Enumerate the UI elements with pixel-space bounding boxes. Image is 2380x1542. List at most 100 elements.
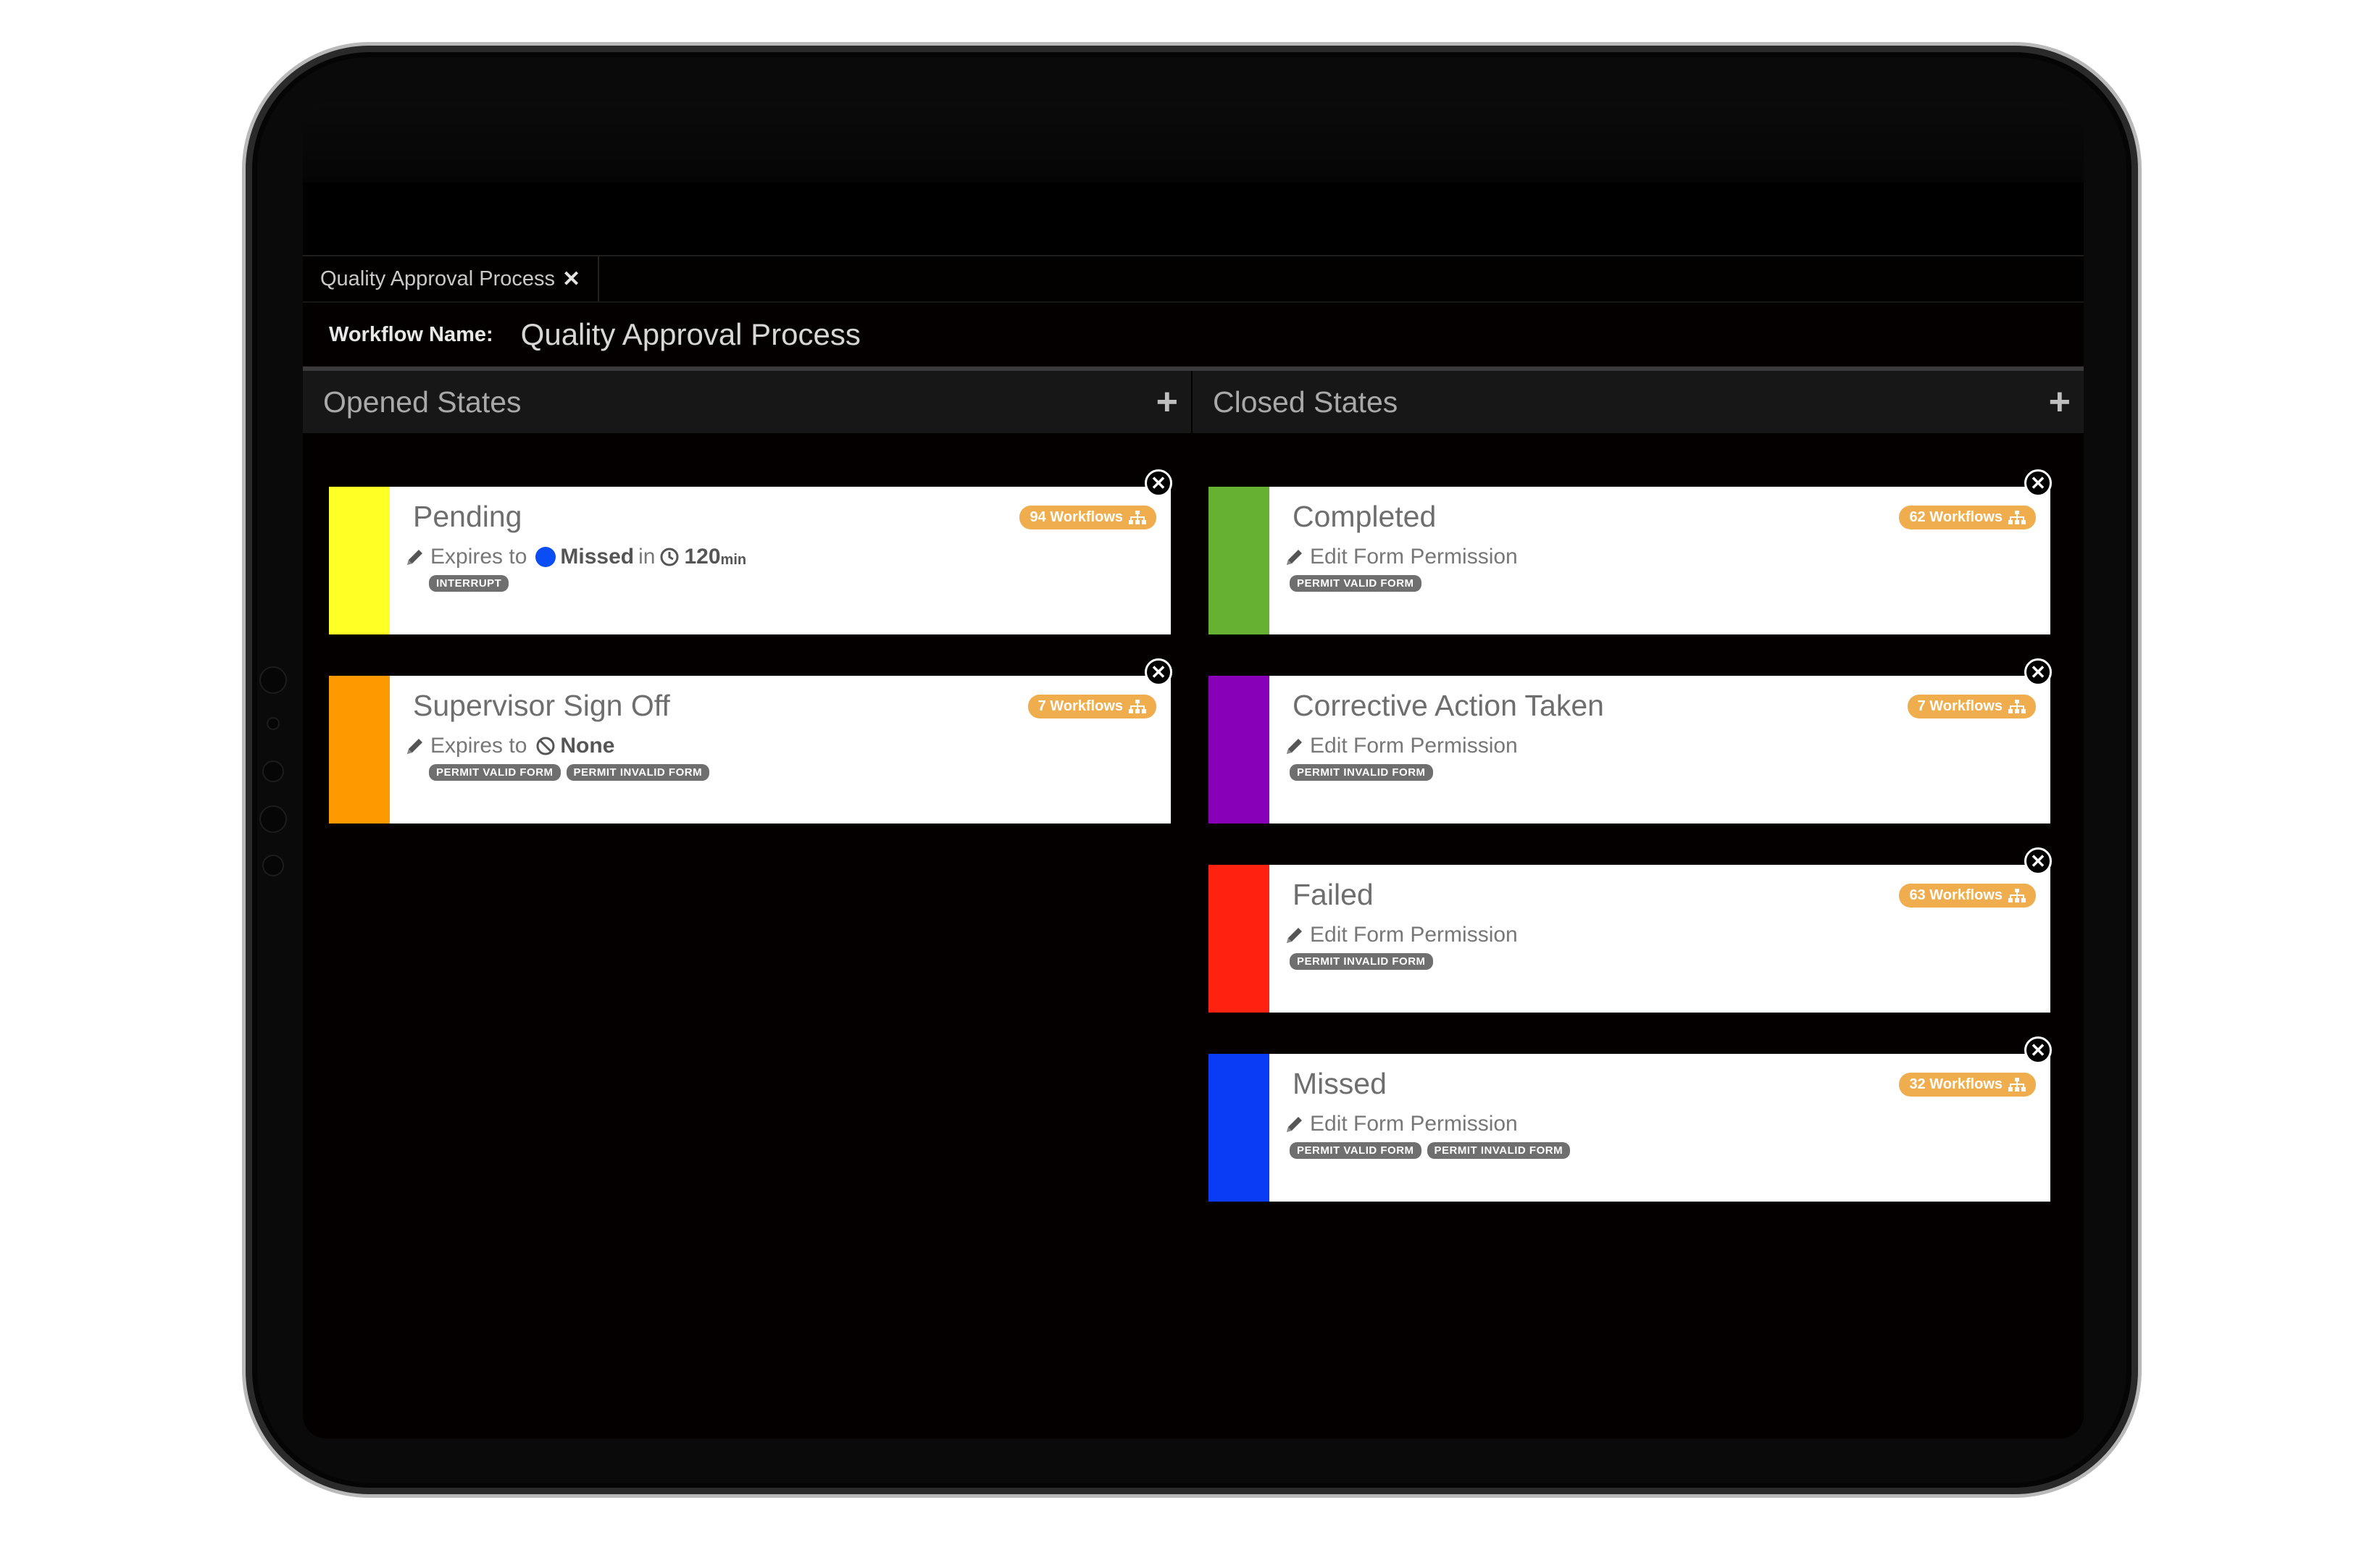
state-color-bar [1208,1054,1269,1202]
badge-label: 63 Workflows [1909,887,2003,903]
state-color-bar [329,676,390,824]
clock-icon [660,548,679,566]
tag-list: PERMIT INVALID FORM [1290,764,1433,781]
opened-states-title: Opened States [323,385,522,419]
delete-state-button[interactable]: ✕ [2024,1036,2052,1064]
tag-list: PERMIT INVALID FORM [1290,953,1433,970]
pencil-icon[interactable] [1284,924,1306,946]
expires-line: Expires to None [404,734,614,758]
state-name: Supervisor Sign Off [413,689,670,722]
tag-list: PERMIT VALID FORM PERMIT INVALID FORM [429,764,710,781]
missed-dot-icon [535,547,556,567]
badge-label: 7 Workflows [1037,698,1123,714]
expires-target: Missed [560,545,635,569]
state-color-bar [1208,865,1269,1013]
sitemap-icon [2008,888,2026,902]
side-sensor [262,760,284,782]
state-card-supervisor-sign-off[interactable]: Supervisor Sign Off 7 Workflows Expires … [329,676,1171,824]
permission-line: Edit Form Permission [1284,923,1518,947]
pencil-icon[interactable] [1284,1113,1306,1135]
closed-states-title: Closed States [1213,385,1398,419]
tag-permit-valid-form: PERMIT VALID FORM [1290,1142,1421,1159]
side-sensor [267,717,280,730]
side-sensor [259,805,287,833]
close-icon: ✕ [2030,850,2046,872]
tag-list: PERMIT VALID FORM [1290,575,1421,592]
ban-icon [536,737,555,755]
expires-label: Expires to [430,734,527,758]
state-name: Corrective Action Taken [1293,689,1604,722]
close-icon: ✕ [2030,1039,2046,1061]
permission-label: Edit Form Permission [1310,923,1518,947]
tag-permit-invalid-form: PERMIT INVALID FORM [1290,764,1433,781]
tag-list: INTERRUPT [429,575,509,592]
tag-permit-invalid-form: PERMIT INVALID FORM [1427,1142,1571,1159]
state-color-bar [1208,676,1269,824]
workflow-count-badge[interactable]: 94 Workflows [1019,506,1156,529]
delete-state-button[interactable]: ✕ [1145,658,1172,686]
sitemap-icon [1129,510,1146,524]
status-bar [303,103,2084,183]
workflow-name-row: Workflow Name: Quality Approval Process [329,317,861,352]
badge-label: 7 Workflows [1917,698,2003,714]
tag-list: PERMIT VALID FORM PERMIT INVALID FORM [1290,1142,1571,1159]
tab-quality-approval-process[interactable]: Quality Approval Process ✕ [303,256,600,301]
expires-minutes: 120 [684,545,721,569]
state-color-bar [329,487,390,634]
minutes-unit: min [720,551,747,568]
pencil-icon[interactable] [1284,735,1306,757]
add-closed-state-button[interactable]: + [2049,383,2071,421]
state-card-completed[interactable]: Completed 62 Workflows Edit Form Permiss… [1208,487,2050,634]
expires-line: Expires to Missed in 120 min [404,545,746,569]
add-opened-state-button[interactable]: + [1156,383,1178,421]
permission-line: Edit Form Permission [1284,545,1518,569]
close-icon: ✕ [1151,661,1166,683]
nav-bar [303,183,2084,256]
sitemap-icon [2008,510,2026,524]
state-color-bar [1208,487,1269,634]
delete-state-button[interactable]: ✕ [2024,658,2052,686]
permission-label: Edit Form Permission [1310,1112,1518,1136]
tag-interrupt: INTERRUPT [429,575,509,592]
pencil-icon[interactable] [1284,546,1306,568]
state-name: Completed [1293,500,1437,533]
expires-label: Expires to [430,545,527,569]
permission-label: Edit Form Permission [1310,734,1518,758]
workflow-count-badge[interactable]: 7 Workflows [1907,695,2036,718]
delete-state-button[interactable]: ✕ [1145,469,1172,497]
close-icon[interactable]: ✕ [562,267,580,292]
workflow-count-badge[interactable]: 32 Workflows [1899,1073,2036,1097]
workflow-count-badge[interactable]: 7 Workflows [1027,695,1156,718]
tag-permit-valid-form: PERMIT VALID FORM [429,764,561,781]
workflow-name-label: Workflow Name: [329,322,493,346]
delete-state-button[interactable]: ✕ [2024,847,2052,875]
pencil-icon[interactable] [404,546,426,568]
permission-label: Edit Form Permission [1310,545,1518,569]
expires-target: None [560,734,615,758]
delete-state-button[interactable]: ✕ [2024,469,2052,497]
badge-label: 94 Workflows [1030,509,1123,525]
state-name: Failed [1293,878,1374,911]
tab-bar: Quality Approval Process ✕ [303,256,2084,303]
permission-line: Edit Form Permission [1284,734,1518,758]
sitemap-icon [2008,699,2026,713]
closed-states-header: Closed States + [1193,371,2084,433]
state-name: Missed [1293,1067,1387,1100]
workflow-name-value[interactable]: Quality Approval Process [521,317,861,352]
tag-permit-invalid-form: PERMIT INVALID FORM [1290,953,1433,970]
pencil-icon[interactable] [404,735,426,757]
close-icon: ✕ [2030,472,2046,494]
tab-label: Quality Approval Process [320,267,555,290]
workflow-count-badge[interactable]: 63 Workflows [1899,884,2036,908]
side-sensor [259,666,287,694]
sitemap-icon [1129,699,1146,713]
tag-permit-invalid-form: PERMIT INVALID FORM [566,764,710,781]
workflow-count-badge[interactable]: 62 Workflows [1899,506,2036,529]
state-card-corrective-action-taken[interactable]: Corrective Action Taken 7 Workflows Edit… [1208,676,2050,824]
state-card-failed[interactable]: Failed 63 Workflows Edit Form Permission… [1208,865,2050,1013]
side-sensor [262,855,284,876]
tag-permit-valid-form: PERMIT VALID FORM [1290,575,1421,592]
state-card-missed[interactable]: Missed 32 Workflows Edit Form Permission… [1208,1054,2050,1202]
state-card-pending[interactable]: Pending 94 Workflows Expires to Missed i… [329,487,1171,634]
badge-label: 62 Workflows [1909,509,2003,525]
